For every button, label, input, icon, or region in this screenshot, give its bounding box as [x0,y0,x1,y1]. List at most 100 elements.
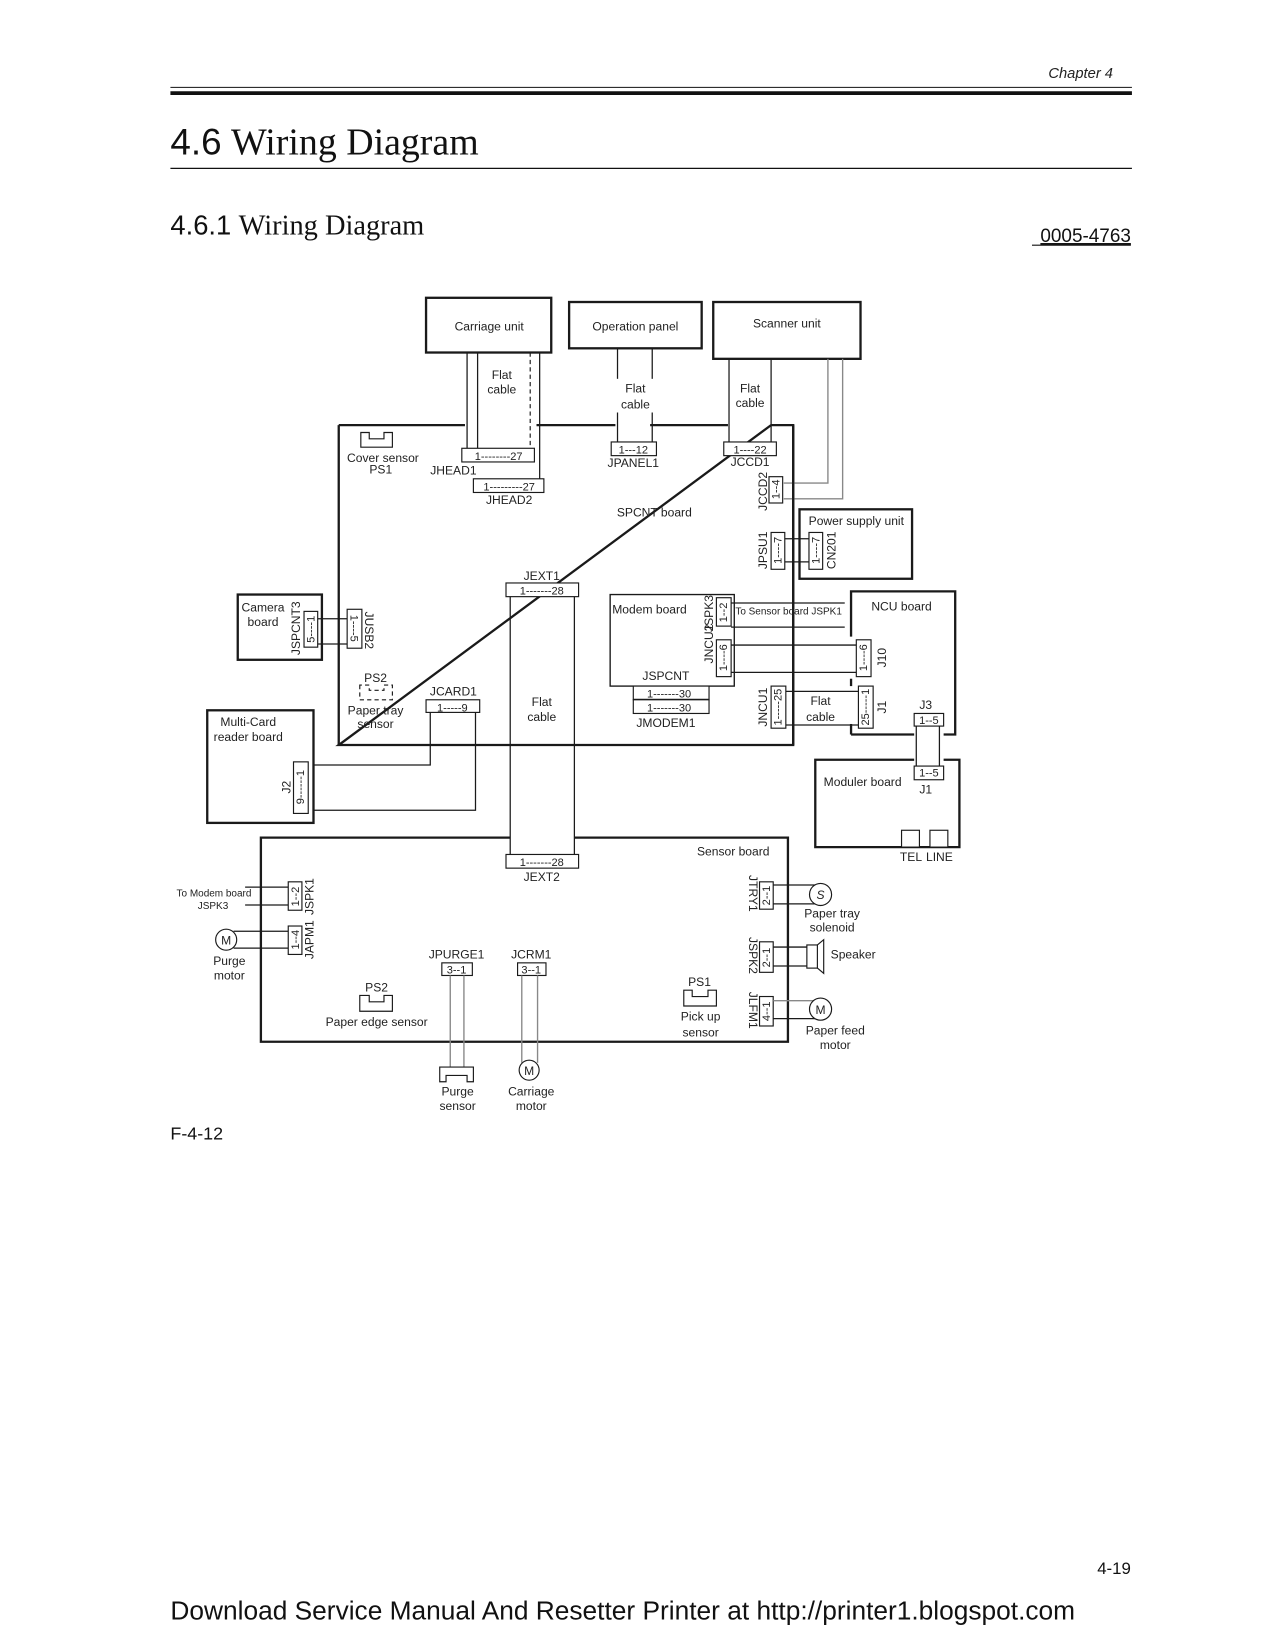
purge-motor: M Purge motor [213,928,246,983]
flat-cable-label: Flat [740,382,761,396]
flat-cable-label: cable [621,397,650,411]
tel-label: TEL [900,850,922,864]
connector-pins: 1--------27 [475,451,523,463]
connector-pins: 2--1 [761,948,773,968]
purge-sensor: Purge sensor [439,1066,476,1113]
connector-pins: 1--5 [919,768,939,780]
sensor-icon [439,1066,474,1083]
connector-jpanel1: 1---12 JPANEL1 [608,441,659,470]
connector-pins: 1---------27 [483,481,534,493]
sensor-label: PS1 [369,463,392,477]
connector-pins: 1-------28 [520,857,564,869]
central-flat-cable: Flat cable [509,596,576,855]
connector-name: JNCU2 [702,624,716,663]
speaker: Speaker [806,938,876,975]
connector-pins: 1-----25 [773,689,785,726]
connector-pins: 2--1 [761,886,773,906]
connector-name: J2 [279,780,293,793]
connector-pins: 25-----1 [860,689,872,726]
connector-pins: 1--4 [771,480,783,500]
connector-jncu1: 1-----25 JNCU1 [756,685,787,729]
subsection-number: 4.6.1 [170,210,231,241]
connector-name: JHEAD2 [486,493,533,507]
connector-name: JPURGE1 [429,948,485,962]
sensor-label: Pick up [681,1010,721,1024]
connector-name: J1 [919,782,932,796]
connector-jhead2: 1---------27 JHEAD2 [472,478,545,507]
sensor-label: PS2 [364,671,387,685]
connector-jspcnt: 1-------30 [632,685,710,701]
multi-card-label: Multi-Card [220,715,276,729]
connector-name: J3 [919,698,932,712]
connector-name: CN201 [824,531,838,569]
connector-name: JHEAD1 [430,464,477,478]
multi-card-label: reader board [214,730,283,744]
camera-board-label: board [248,615,279,629]
connector-name: JEXT1 [524,569,561,583]
flat-cable-label: Flat [492,368,513,382]
paper-edge-sensor: PS2 Paper edge sensor [326,980,428,1029]
paper-tray-solenoid: S Paper tray solenoid [804,882,861,934]
camera-board-label: Camera [242,600,285,614]
connector-j10: 1----6 J10 [855,639,889,678]
connector-name: J1 [875,700,889,713]
device-label: motor [214,969,245,983]
solenoid-symbol: S [817,888,825,902]
connector-jtry1: 2--1 JTRY1 [746,875,774,912]
connector-pins: 1-------28 [520,586,564,598]
device-label: motor [820,1038,851,1052]
flat-cable-label: cable [527,710,556,724]
connector-name: JSPCNT3 [289,601,303,655]
sensor-label: sensor [357,717,393,731]
section-number: 4.6 [170,122,221,163]
connector-jcrm1: JCRM1 3--1 [511,948,552,977]
carriage-unit-label: Carriage unit [455,319,525,333]
device-label: Purge [213,954,246,968]
connector-name: JMODEM1 [636,716,695,730]
paper-tray-sensor: PS2 Paper tray sensor [348,671,405,731]
device-label: Paper tray [804,907,861,921]
paper-feed-motor: M Paper feed motor [806,997,865,1052]
carriage-unit: Carriage unit [424,296,553,354]
flat-cable-label: cable [806,710,835,724]
modem-board-label: Modem board [612,602,687,616]
connector-jlfm1: 4--1 JLFM1 [746,992,774,1029]
to-modem-note: To Modem board [177,889,252,900]
flat-cable-label: Flat [810,694,831,708]
speaker-icon [806,944,818,969]
connector-jhead1: 1--------27 JHEAD1 [430,447,535,478]
motor-symbol: M [221,933,231,947]
moduler-board-label: Moduler board [824,775,902,789]
sensor-label: Paper tray [348,704,405,718]
manual-page: Chapter 4 4.6 Wiring Diagram 4.6.1 Wiring … [0,0,1275,1650]
connector-name: JUSB2 [362,612,376,650]
connector-japm1: 1--4 JAPM1 [287,920,316,959]
sensor-board-label: Sensor board [697,845,770,859]
device-label: motor [516,1099,547,1113]
motor-symbol: M [524,1064,534,1078]
connector-pins: 1--2 [290,887,302,907]
connector-pins: 1----6 [858,644,870,671]
connector-name: JCRM1 [511,948,552,962]
connector-jpsu1: 1----7 JPSU1 [756,531,786,570]
connector-jext2: 1-------28 JEXT2 [505,853,580,884]
sensor-label: Purge [441,1084,474,1098]
connector-pins: 3--1 [447,964,467,976]
section-name: Wiring Diagram [231,122,479,164]
section-title: 4.6 Wiring Diagram [170,122,478,164]
connector-pins: 9------1 [295,770,307,804]
scanner-wire [783,358,829,484]
connector-jpurge1: JPURGE1 3--1 [429,948,485,977]
connector-pins: 1-------30 [647,702,691,714]
connector-name: JTRY1 [746,875,760,912]
connector-pins: 1----7 [773,537,785,564]
cover-sensor: Cover sensor PS1 [347,431,419,477]
connector-pins: 1-----9 [437,702,468,714]
flat-cable-label: Flat [625,382,646,396]
document-id-link[interactable]: 0005-4763 [1040,226,1130,247]
connector-pins: 1--4 [290,930,302,950]
sensor-label: sensor [682,1026,718,1040]
operation-panel: Operation panel [567,300,703,350]
spcnt-board-label: SPCNT board [617,506,692,520]
operation-panel-label: Operation panel [592,319,678,333]
